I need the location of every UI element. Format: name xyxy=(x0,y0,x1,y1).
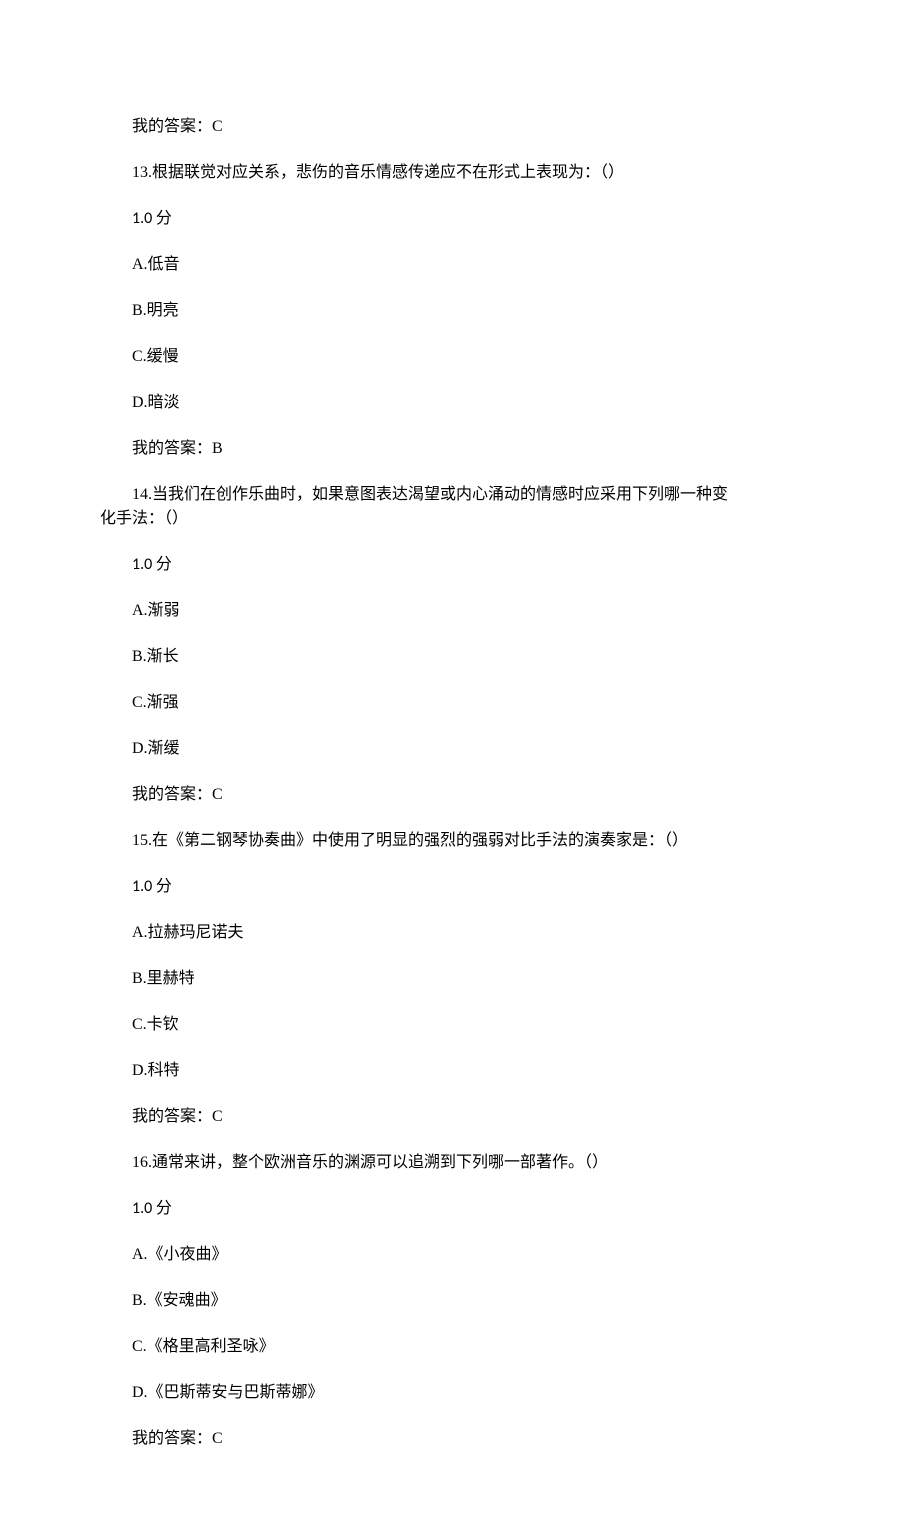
answer-line-14: 我的答案：C xyxy=(100,783,820,807)
option-16-a: A.《小夜曲》 xyxy=(100,1243,820,1267)
option-text: D.渐缓 xyxy=(132,740,180,757)
option-text: A.《小夜曲》 xyxy=(132,1246,228,1263)
answer-line-13: 我的答案：B xyxy=(100,437,820,461)
points-16: 1.0 分 xyxy=(100,1197,820,1221)
answer-line-12: 我的答案：C xyxy=(100,115,820,139)
question-text: 16.通常来讲，整个欧洲音乐的渊源可以追溯到下列哪一部著作。（） xyxy=(132,1154,608,1171)
answer-text: 我的答案：C xyxy=(132,118,223,135)
option-15-a: A.拉赫玛尼诺夫 xyxy=(100,921,820,945)
option-13-b: B.明亮 xyxy=(100,299,820,323)
option-14-c: C.渐强 xyxy=(100,691,820,715)
option-text: D.科特 xyxy=(132,1062,180,1079)
question-text-line2: 化手法：（） xyxy=(100,507,820,531)
question-13: 13.根据联觉对应关系，悲伤的音乐情感传递应不在形式上表现为：（） xyxy=(100,161,820,185)
answer-text: 我的答案：B xyxy=(132,440,223,457)
option-text: A.低音 xyxy=(132,256,180,273)
answer-line-15: 我的答案：C xyxy=(100,1105,820,1129)
option-text: D.《巴斯蒂安与巴斯蒂娜》 xyxy=(132,1384,324,1401)
answer-line-16: 我的答案：C xyxy=(100,1427,820,1451)
option-text: C.卡钦 xyxy=(132,1016,179,1033)
option-text: C.渐强 xyxy=(132,694,179,711)
question-14: 14.当我们在创作乐曲时，如果意图表达渴望或内心涌动的情感时应采用下列哪一种变 … xyxy=(100,483,820,531)
question-16: 16.通常来讲，整个欧洲音乐的渊源可以追溯到下列哪一部著作。（） xyxy=(100,1151,820,1175)
document-page: 我的答案：C 13.根据联觉对应关系，悲伤的音乐情感传递应不在形式上表现为：（）… xyxy=(0,0,920,1533)
question-text: 13.根据联觉对应关系，悲伤的音乐情感传递应不在形式上表现为：（） xyxy=(132,164,624,181)
points-text: 1.0 分 xyxy=(132,209,172,228)
question-text-line1: 14.当我们在创作乐曲时，如果意图表达渴望或内心涌动的情感时应采用下列哪一种变 xyxy=(100,483,820,507)
option-13-c: C.缓慢 xyxy=(100,345,820,369)
option-text: C.缓慢 xyxy=(132,348,179,365)
option-text: B.《安魂曲》 xyxy=(132,1292,227,1309)
points-13: 1.0 分 xyxy=(100,207,820,231)
option-14-d: D.渐缓 xyxy=(100,737,820,761)
points-14: 1.0 分 xyxy=(100,553,820,577)
option-text: B.里赫特 xyxy=(132,970,195,987)
answer-text: 我的答案：C xyxy=(132,1430,223,1447)
question-15: 15.在《第二钢琴协奏曲》中使用了明显的强烈的强弱对比手法的演奏家是：（） xyxy=(100,829,820,853)
option-14-b: B.渐长 xyxy=(100,645,820,669)
option-text: C.《格里高利圣咏》 xyxy=(132,1338,275,1355)
option-14-a: A.渐弱 xyxy=(100,599,820,623)
option-text: B.明亮 xyxy=(132,302,179,319)
option-text: B.渐长 xyxy=(132,648,179,665)
points-text: 1.0 分 xyxy=(132,555,172,574)
option-15-d: D.科特 xyxy=(100,1059,820,1083)
option-13-d: D.暗淡 xyxy=(100,391,820,415)
option-text: D.暗淡 xyxy=(132,394,180,411)
option-15-b: B.里赫特 xyxy=(100,967,820,991)
answer-text: 我的答案：C xyxy=(132,786,223,803)
question-text: 15.在《第二钢琴协奏曲》中使用了明显的强烈的强弱对比手法的演奏家是：（） xyxy=(132,832,688,849)
option-text: A.渐弱 xyxy=(132,602,180,619)
points-text: 1.0 分 xyxy=(132,1199,172,1218)
option-16-c: C.《格里高利圣咏》 xyxy=(100,1335,820,1359)
option-text: A.拉赫玛尼诺夫 xyxy=(132,924,244,941)
answer-text: 我的答案：C xyxy=(132,1108,223,1125)
option-15-c: C.卡钦 xyxy=(100,1013,820,1037)
points-15: 1.0 分 xyxy=(100,875,820,899)
points-text: 1.0 分 xyxy=(132,877,172,896)
option-16-d: D.《巴斯蒂安与巴斯蒂娜》 xyxy=(100,1381,820,1405)
option-13-a: A.低音 xyxy=(100,253,820,277)
option-16-b: B.《安魂曲》 xyxy=(100,1289,820,1313)
